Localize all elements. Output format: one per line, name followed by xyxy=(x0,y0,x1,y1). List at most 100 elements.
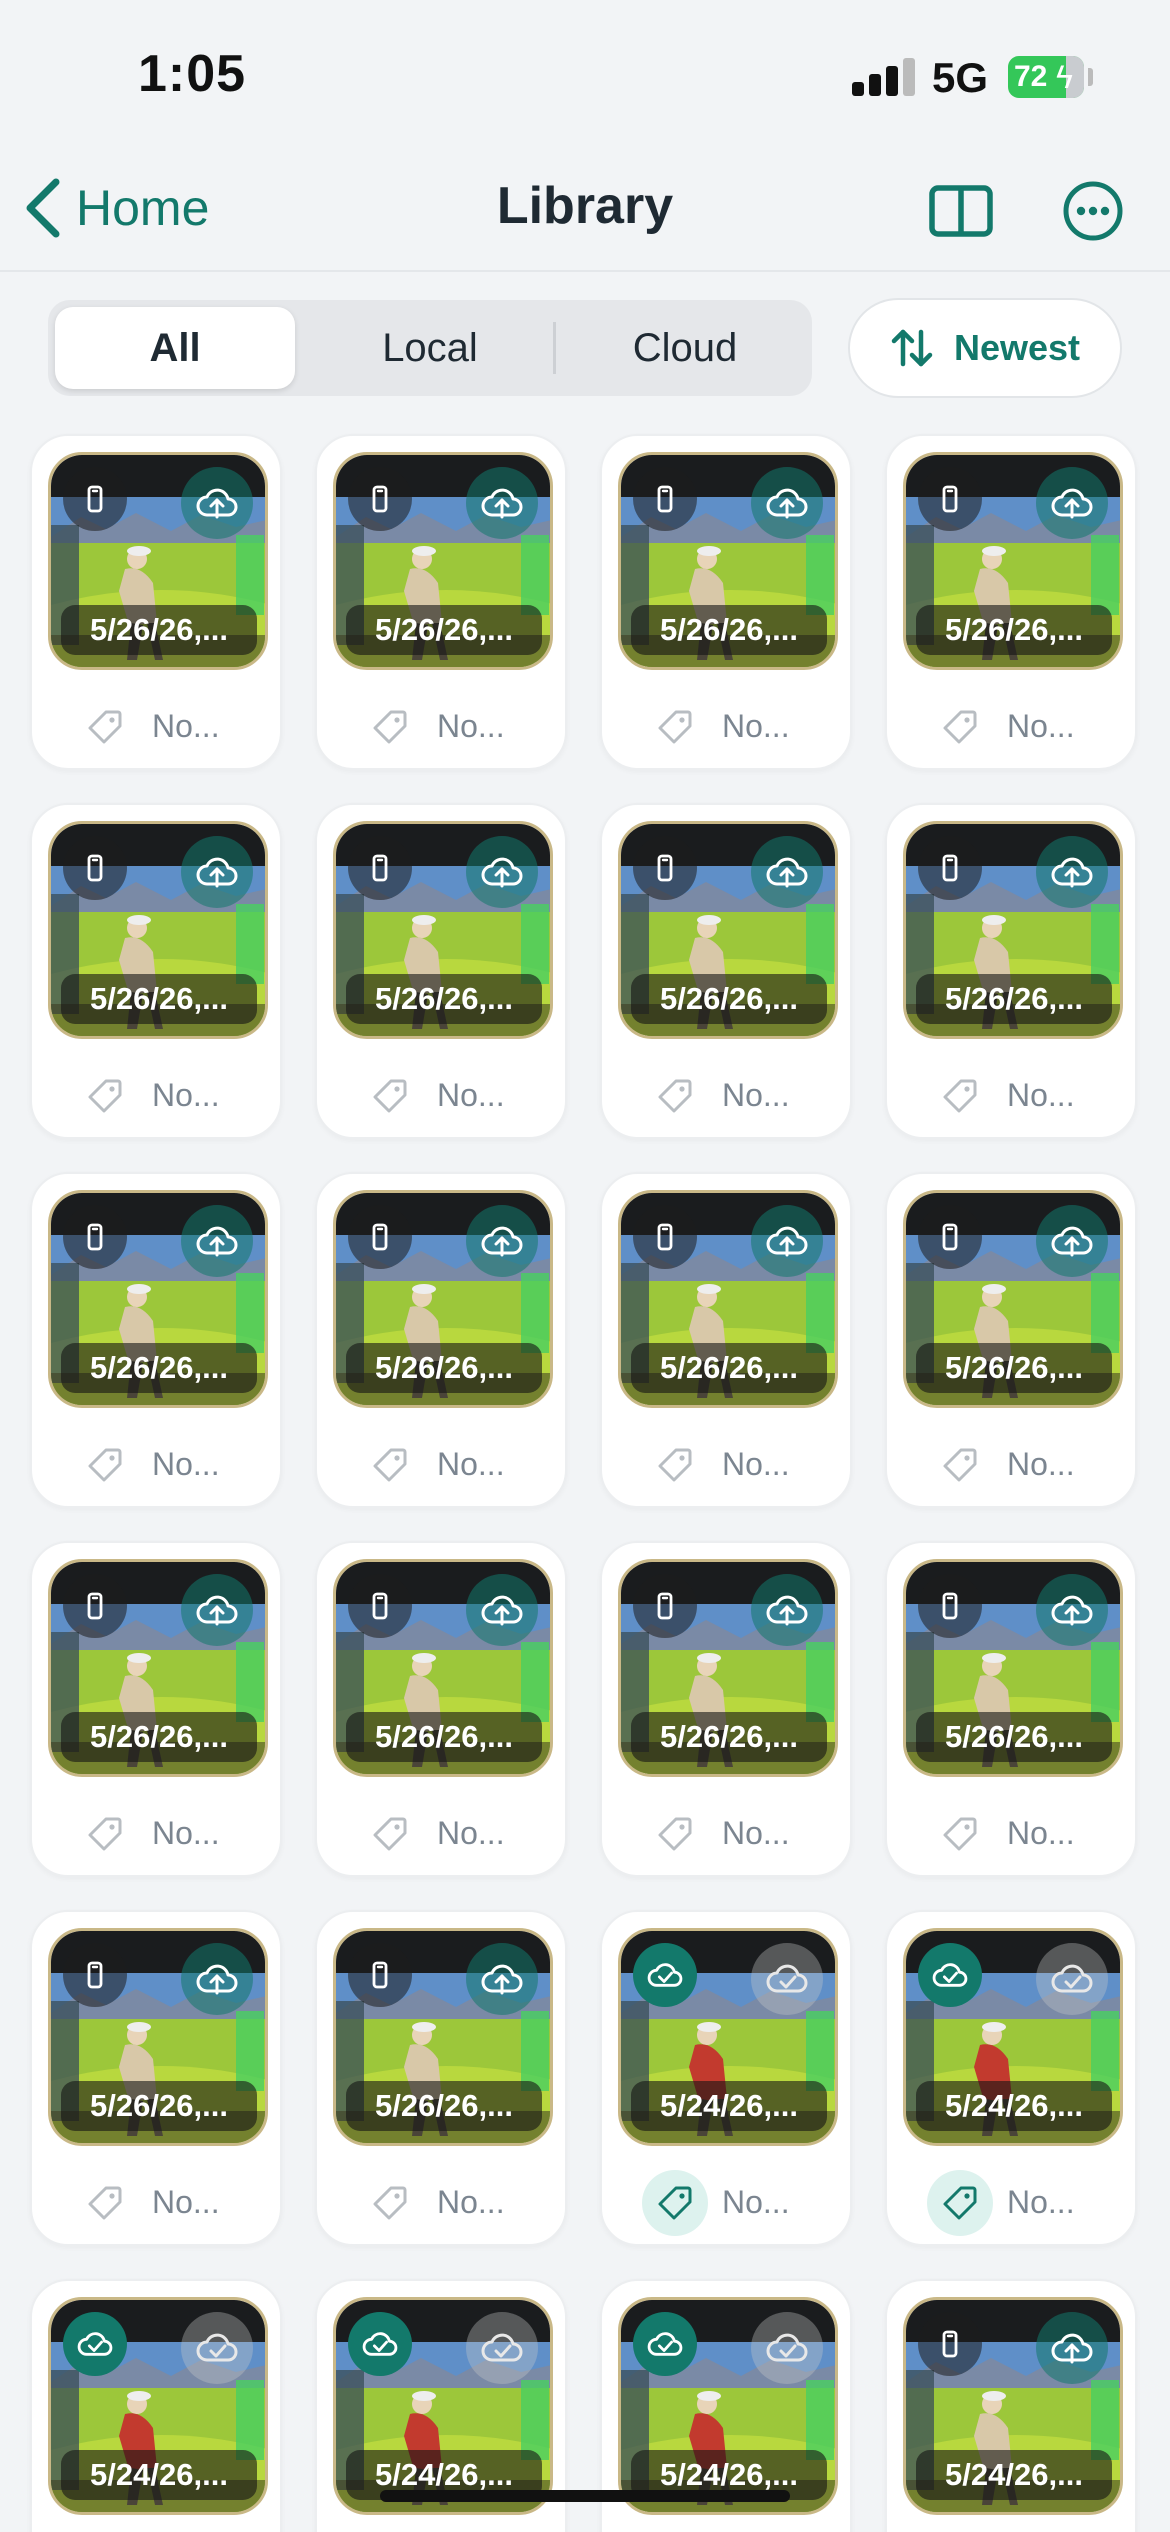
sort-label: Newest xyxy=(953,327,1081,368)
clip-card[interactable]: 5/26/26,... No... xyxy=(30,803,282,1139)
cloud-synced-icon[interactable] xyxy=(751,1943,823,2015)
tag-button[interactable] xyxy=(72,1801,138,1867)
clip-card[interactable]: 5/26/26,... No... xyxy=(30,1910,282,2246)
clip-card[interactable]: 5/26/26,... No... xyxy=(30,1541,282,1877)
clip-card[interactable]: 5/26/26,... No... xyxy=(600,434,852,770)
clip-card[interactable]: 5/26/26,... No... xyxy=(885,1541,1137,1877)
clip-thumbnail: 5/24/26,... xyxy=(618,1928,838,2146)
tag-button[interactable] xyxy=(927,1801,993,1867)
cloud-upload-icon[interactable] xyxy=(1036,467,1108,539)
cloud-upload-icon[interactable] xyxy=(181,1205,253,1277)
sort-button[interactable]: Newest xyxy=(848,298,1122,398)
clip-card[interactable]: 5/24/26,... xyxy=(30,2279,282,2532)
tab-local[interactable]: Local xyxy=(310,307,550,389)
phone-icon xyxy=(63,1574,127,1638)
clip-card[interactable]: 5/26/26,... No... xyxy=(600,1541,852,1877)
tag-icon xyxy=(373,2186,407,2220)
clip-date: 5/26/26,... xyxy=(631,1712,827,1762)
cloud-upload-icon[interactable] xyxy=(181,836,253,908)
cloud-synced-icon[interactable] xyxy=(466,2312,538,2384)
cloud-upload-icon[interactable] xyxy=(751,467,823,539)
clip-note: No... xyxy=(1007,1815,1075,1851)
clip-card[interactable]: 5/26/26,... No... xyxy=(315,434,567,770)
tag-button[interactable] xyxy=(642,1063,708,1129)
cloud-upload-icon[interactable] xyxy=(181,1574,253,1646)
tag-icon xyxy=(658,1448,692,1482)
clip-date: 5/24/26,... xyxy=(916,2081,1112,2131)
clip-card[interactable]: 5/26/26,... No... xyxy=(885,434,1137,770)
tag-icon xyxy=(88,710,122,744)
tag-button[interactable] xyxy=(927,2170,993,2236)
tag-button[interactable] xyxy=(357,694,423,760)
tag-button[interactable] xyxy=(72,694,138,760)
tag-button[interactable] xyxy=(72,1432,138,1498)
tag-button[interactable] xyxy=(72,1063,138,1129)
cloud-upload-icon[interactable] xyxy=(466,467,538,539)
clip-card[interactable]: 5/26/26,... No... xyxy=(30,1172,282,1508)
tag-button[interactable] xyxy=(72,2170,138,2236)
clip-card[interactable]: 5/26/26,... No... xyxy=(315,1172,567,1508)
tag-button[interactable] xyxy=(642,1801,708,1867)
phone-icon xyxy=(63,1943,127,2007)
cloud-synced-icon[interactable] xyxy=(1036,1943,1108,2015)
clip-card[interactable]: 5/26/26,... No... xyxy=(885,1172,1137,1508)
clip-card[interactable]: 5/26/26,... No... xyxy=(600,803,852,1139)
status-bar: 1:05 5G 72 ϟ xyxy=(0,0,1170,150)
cloud-upload-icon[interactable] xyxy=(181,1943,253,2015)
tag-button[interactable] xyxy=(927,1063,993,1129)
tab-all[interactable]: All xyxy=(55,307,295,389)
clip-card[interactable]: 5/24/26,... xyxy=(885,2279,1137,2532)
cloud-upload-icon[interactable] xyxy=(1036,1205,1108,1277)
back-button[interactable]: Home xyxy=(22,170,209,246)
tag-icon xyxy=(658,2186,692,2220)
clip-card[interactable]: 5/26/26,... No... xyxy=(315,803,567,1139)
clip-thumbnail: 5/26/26,... xyxy=(48,452,268,670)
clip-card[interactable]: 5/24/26,... No... xyxy=(885,1910,1137,2246)
cloud-upload-icon[interactable] xyxy=(466,836,538,908)
clip-note: No... xyxy=(1007,2184,1075,2220)
clip-thumbnail: 5/26/26,... xyxy=(333,1559,553,1777)
clip-note: No... xyxy=(437,1815,505,1851)
cloud-upload-icon[interactable] xyxy=(751,836,823,908)
split-view-button[interactable] xyxy=(926,176,996,246)
clip-thumbnail: 5/26/26,... xyxy=(48,821,268,1039)
tag-button[interactable] xyxy=(642,694,708,760)
tag-button[interactable] xyxy=(357,2170,423,2236)
cloud-upload-icon[interactable] xyxy=(466,1205,538,1277)
clip-date: 5/26/26,... xyxy=(61,1343,257,1393)
clip-card[interactable]: 5/26/26,... No... xyxy=(885,803,1137,1139)
clip-date: 5/26/26,... xyxy=(346,974,542,1024)
cloud-upload-icon[interactable] xyxy=(1036,2312,1108,2384)
tag-button[interactable] xyxy=(927,694,993,760)
phone-icon xyxy=(918,467,982,531)
tag-button[interactable] xyxy=(642,2170,708,2236)
clip-date: 5/24/26,... xyxy=(631,2081,827,2131)
network-type: 5G xyxy=(932,54,989,101)
tag-button[interactable] xyxy=(357,1801,423,1867)
clip-card[interactable]: 5/24/26,... No... xyxy=(600,1910,852,2246)
more-options-button[interactable] xyxy=(1058,176,1128,246)
phone-icon xyxy=(633,1574,697,1638)
cloud-upload-icon[interactable] xyxy=(751,1205,823,1277)
cloud-synced-icon[interactable] xyxy=(751,2312,823,2384)
cloud-upload-icon[interactable] xyxy=(466,1943,538,2015)
cloud-upload-icon[interactable] xyxy=(751,1574,823,1646)
clip-card[interactable]: 5/26/26,... No... xyxy=(315,1541,567,1877)
cloud-synced-icon[interactable] xyxy=(181,2312,253,2384)
cloud-upload-icon[interactable] xyxy=(466,1574,538,1646)
clip-card[interactable]: 5/26/26,... No... xyxy=(315,1910,567,2246)
tag-button[interactable] xyxy=(357,1432,423,1498)
clip-card[interactable]: 5/26/26,... No... xyxy=(600,1172,852,1508)
tab-cloud[interactable]: Cloud xyxy=(565,307,805,389)
clip-date: 5/26/26,... xyxy=(916,1712,1112,1762)
tag-button[interactable] xyxy=(642,1432,708,1498)
cloud-upload-icon[interactable] xyxy=(1036,1574,1108,1646)
cloud-check-icon xyxy=(918,1943,982,2007)
clip-card[interactable]: 5/26/26,... No... xyxy=(30,434,282,770)
cloud-upload-icon[interactable] xyxy=(181,467,253,539)
tag-button[interactable] xyxy=(927,1432,993,1498)
clip-thumbnail: 5/24/26,... xyxy=(618,2297,838,2515)
tag-button[interactable] xyxy=(357,1063,423,1129)
cloud-upload-icon[interactable] xyxy=(1036,836,1108,908)
phone-icon xyxy=(918,836,982,900)
